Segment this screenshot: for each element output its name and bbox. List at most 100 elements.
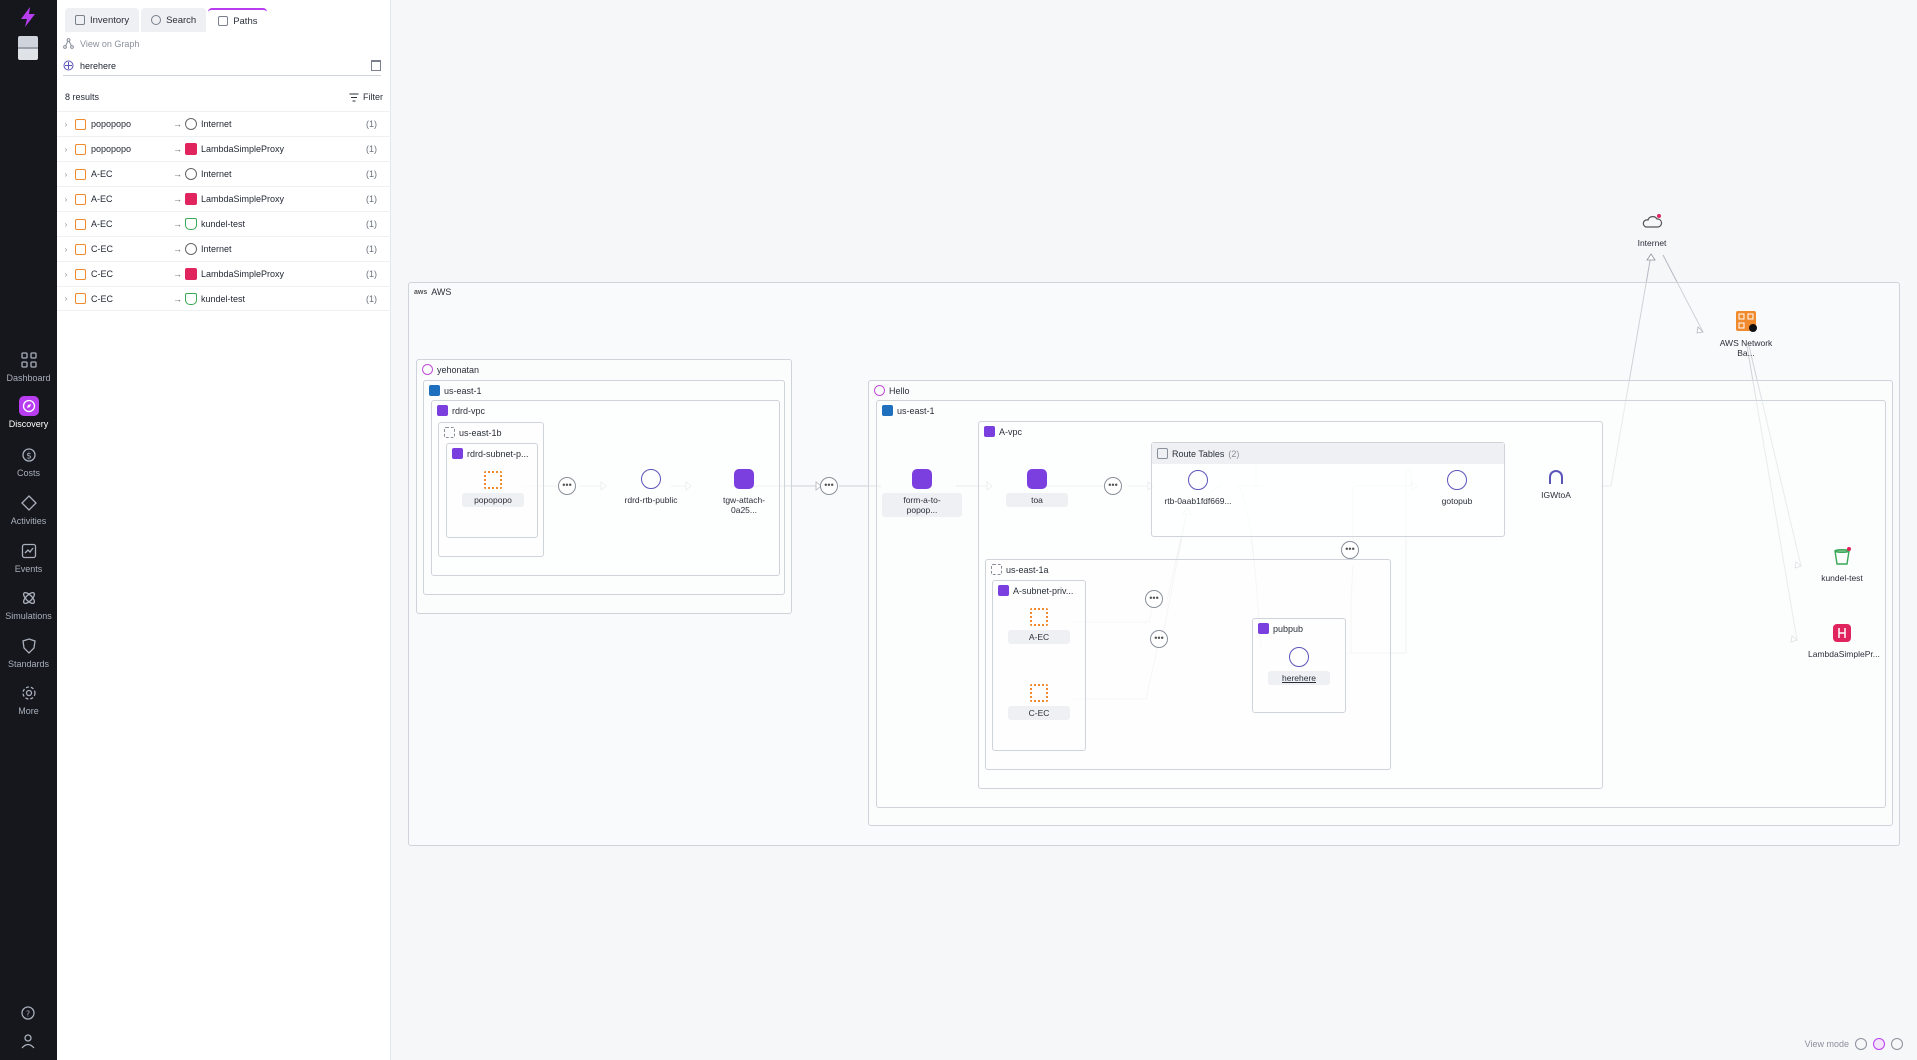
- chevron-right-icon[interactable]: ›: [57, 195, 75, 204]
- table-row[interactable]: › popopopo → LambdaSimpleProxy (1): [57, 136, 391, 161]
- tab-paths[interactable]: Paths: [208, 8, 268, 32]
- help-icon[interactable]: ?: [18, 1003, 38, 1023]
- tab-search[interactable]: Search: [141, 8, 207, 32]
- compass-icon: [18, 396, 39, 416]
- node-label: IGWtoA: [1541, 490, 1571, 500]
- node-label: A-EC: [1008, 630, 1070, 644]
- nav-events[interactable]: Events: [0, 541, 57, 574]
- node-tgw-attach[interactable]: tgw-attach-0a25...: [704, 469, 784, 517]
- nav-label: Activities: [10, 516, 47, 526]
- lambda-icon: [185, 193, 197, 205]
- chevron-right-icon[interactable]: ›: [57, 270, 75, 279]
- node-c-ec[interactable]: C-EC: [999, 684, 1079, 720]
- nav-discovery[interactable]: Discovery: [0, 396, 57, 429]
- chevron-right-icon[interactable]: ›: [57, 145, 75, 154]
- nav-more[interactable]: More: [0, 683, 57, 716]
- account-switcher[interactable]: [18, 36, 38, 60]
- connector-node[interactable]: •••: [558, 477, 576, 495]
- nav-label: Standards: [7, 659, 50, 669]
- lambda-icon: [185, 268, 197, 280]
- nav-activities[interactable]: Activities: [0, 493, 57, 526]
- nav-costs[interactable]: $ Costs: [0, 445, 57, 478]
- node-form-a-to-popop[interactable]: form-a-to-popop...: [882, 469, 962, 517]
- view-on-graph-button[interactable]: View on Graph: [63, 38, 139, 49]
- table-row[interactable]: › A-EC → Internet (1): [57, 161, 391, 186]
- row-source: C-EC: [91, 244, 113, 254]
- trash-icon[interactable]: [371, 60, 381, 71]
- row-source: C-EC: [91, 269, 113, 279]
- connector-node[interactable]: •••: [820, 477, 838, 495]
- node-popopopo[interactable]: popopopo: [453, 471, 533, 507]
- node-kundel-test[interactable]: kundel-test: [1802, 547, 1882, 585]
- node-internet[interactable]: Internet: [1612, 212, 1692, 250]
- chevron-right-icon[interactable]: ›: [57, 245, 75, 254]
- graph-canvas[interactable]: aws AWS yehonatan us-east-1 rdrd-vpc us-e…: [391, 0, 1917, 1060]
- node-label: Internet: [1637, 238, 1667, 248]
- node-label: AWS Network Ba...: [1719, 338, 1773, 358]
- row-count: (1): [366, 169, 377, 179]
- tab-inventory[interactable]: Inventory: [65, 8, 140, 32]
- filter-button[interactable]: Filter: [349, 92, 383, 102]
- row-destination: LambdaSimpleProxy: [201, 144, 285, 154]
- connector-node[interactable]: •••: [1104, 477, 1122, 495]
- path-target-input[interactable]: herehere: [63, 56, 381, 76]
- nav-label: Discovery: [8, 419, 49, 429]
- row-source: A-EC: [91, 169, 113, 179]
- node-gotopub[interactable]: gotopub: [1417, 470, 1497, 508]
- group-label: pubpub: [1273, 623, 1304, 634]
- region-icon: [882, 405, 893, 416]
- row-count: (1): [366, 194, 377, 204]
- connector-node[interactable]: •••: [1150, 630, 1168, 648]
- ec2-icon: [484, 471, 502, 489]
- table-row[interactable]: › C-EC → LambdaSimpleProxy (1): [57, 261, 391, 286]
- chevron-right-icon[interactable]: ›: [57, 220, 75, 229]
- table-row[interactable]: › C-EC → Internet (1): [57, 236, 391, 261]
- row-destination: Internet: [201, 169, 232, 179]
- nav-simulations[interactable]: Simulations: [0, 588, 57, 621]
- table-row[interactable]: › A-EC → kundel-test (1): [57, 211, 391, 236]
- row-count: (1): [366, 119, 377, 129]
- graph-view-icon[interactable]: [1873, 1038, 1885, 1050]
- lambda-icon: [1833, 624, 1851, 642]
- table-row[interactable]: › popopopo → Internet (1): [57, 111, 391, 136]
- ec2-icon: [75, 118, 86, 130]
- connector-node[interactable]: •••: [1145, 590, 1163, 608]
- table-row[interactable]: › C-EC → kundel-test (1): [57, 286, 391, 311]
- row-destination: LambdaSimpleProxy: [201, 269, 285, 279]
- node-a-ec[interactable]: A-EC: [999, 608, 1079, 644]
- results-count: 8 results: [65, 92, 100, 102]
- tab-label: Inventory: [90, 14, 130, 26]
- internet-icon: [185, 243, 197, 255]
- node-aws-network-ba[interactable]: AWS Network Ba...: [1706, 310, 1786, 360]
- table-row[interactable]: › A-EC → LambdaSimpleProxy (1): [57, 186, 391, 211]
- path-target-value: herehere: [80, 60, 117, 71]
- node-lambdasimpleproxy[interactable]: LambdaSimplePr...: [1802, 623, 1882, 661]
- node-rtb[interactable]: rtb-0aab1fdf669...: [1158, 470, 1238, 508]
- refresh-icon[interactable]: [1891, 1038, 1903, 1050]
- chevron-right-icon[interactable]: ›: [57, 294, 75, 303]
- globe-icon[interactable]: [1855, 1038, 1867, 1050]
- ec2-icon: [75, 243, 86, 255]
- ec2-icon: [75, 143, 86, 155]
- chevron-right-icon[interactable]: ›: [57, 170, 75, 179]
- svg-text:?: ?: [26, 1010, 30, 1019]
- node-label: toa: [1006, 493, 1068, 507]
- node-rdrd-rtb-public[interactable]: rdrd-rtb-public: [611, 469, 691, 507]
- arrow-right-icon: →: [173, 169, 182, 179]
- node-herehere[interactable]: herehere: [1259, 647, 1339, 685]
- chevron-right-icon[interactable]: ›: [57, 120, 75, 129]
- results-bar: 8 results Filter: [65, 92, 383, 102]
- router-icon: [641, 469, 661, 489]
- connector-node[interactable]: •••: [1341, 541, 1359, 559]
- nav-dashboard[interactable]: Dashboard: [0, 350, 57, 383]
- a-subnet-group[interactable]: A-subnet-priv...: [992, 580, 1086, 751]
- node-igwtoa[interactable]: IGWtoA: [1516, 470, 1596, 502]
- logo-icon[interactable]: [17, 6, 39, 28]
- node-toa[interactable]: toa: [997, 469, 1077, 507]
- row-source: A-EC: [91, 219, 113, 229]
- nav-standards[interactable]: Standards: [0, 636, 57, 669]
- nav-label: More: [18, 706, 39, 716]
- user-icon[interactable]: [18, 1031, 38, 1051]
- account-icon: [422, 364, 433, 375]
- row-count: (1): [366, 219, 377, 229]
